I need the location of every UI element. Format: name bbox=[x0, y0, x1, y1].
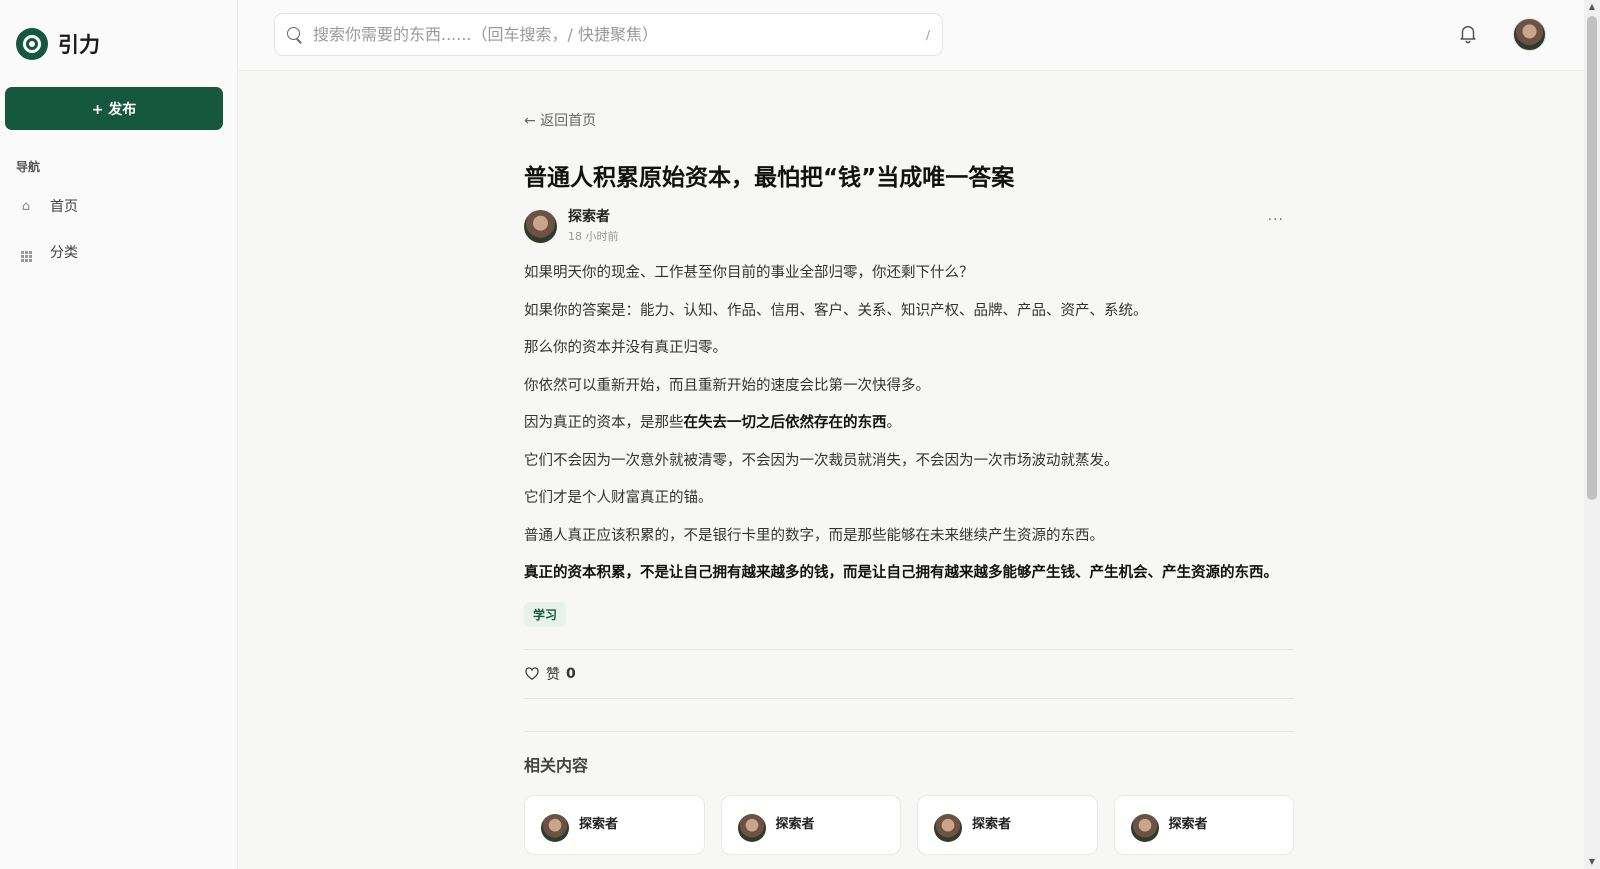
divider bbox=[524, 697, 1294, 699]
brand-name: 引力 bbox=[58, 33, 100, 57]
card-author: 探索者 bbox=[579, 816, 619, 832]
search-icon bbox=[287, 26, 303, 43]
paragraph: 如果你的答案是：能力、认知、作品、信用、客户、关系、知识产权、品牌、产品、资产、… bbox=[524, 302, 1148, 319]
author-avatar bbox=[737, 813, 766, 842]
article: ← 返回首页 普通人积累原始资本，最怕把“钱”当成唯一答案 探索者 18 小时前… bbox=[524, 110, 1294, 855]
sidebar-item-label: 首页 bbox=[50, 199, 78, 215]
grid-icon bbox=[16, 243, 36, 262]
paragraph-emphasis: 在失去一切之后依然存在的东西 bbox=[683, 415, 887, 431]
like-count: 0 bbox=[566, 665, 576, 682]
scroll-thumb[interactable] bbox=[1587, 16, 1597, 500]
back-home-link[interactable]: ← 返回首页 bbox=[524, 110, 596, 130]
author-avatar[interactable] bbox=[524, 210, 557, 243]
closing-paragraph: 真正的资本积累，不是让自己拥有越来越多的钱，而是让自己拥有越来越多能够产生钱、产… bbox=[524, 565, 1278, 581]
more-options-icon[interactable]: ··· bbox=[1268, 212, 1284, 228]
search-input[interactable] bbox=[313, 25, 926, 44]
search-shortcut-hint: / bbox=[925, 27, 930, 42]
divider bbox=[524, 730, 1294, 732]
tag-badge[interactable]: 学习 bbox=[524, 601, 567, 627]
author-avatar bbox=[541, 813, 569, 842]
related-card[interactable]: 探索者 bbox=[524, 794, 705, 855]
paragraph: 它们才是个人财富真正的锚。 bbox=[524, 490, 713, 506]
card-author: 探索者 bbox=[972, 816, 1012, 832]
like-button[interactable]: 赞 0 bbox=[524, 650, 1294, 698]
card-author: 探索者 bbox=[775, 816, 815, 832]
paragraph: 它们不会因为一次意外就被清零，不会因为一次裁员就消失，不会因为一次市场波动就蒸发… bbox=[524, 452, 1119, 469]
nav-section-title: 导航 bbox=[16, 160, 41, 174]
related-section-title: 相关内容 bbox=[524, 755, 589, 775]
paragraph: 那么你的资本并没有真正归零。 bbox=[524, 340, 727, 356]
bell-icon[interactable] bbox=[1457, 22, 1479, 44]
article-title: 普通人积累原始资本，最怕把“钱”当成唯一答案 bbox=[524, 165, 1015, 191]
author-avatar bbox=[1130, 813, 1159, 842]
paragraph: 普通人真正应该积累的，不是银行卡里的数字，而是那些能够在未来继续产生资源的东西。 bbox=[524, 527, 1104, 544]
scroll-up-arrow-icon[interactable]: ▲ bbox=[1584, 0, 1600, 14]
author-name[interactable]: 探索者 bbox=[568, 206, 610, 226]
sidebar: 引力 + 发布 导航 ⌂ 首页 分类 bbox=[0, 0, 238, 869]
brand[interactable]: 引力 bbox=[16, 28, 100, 60]
sidebar-item-label: 分类 bbox=[50, 245, 78, 261]
user-avatar[interactable] bbox=[1513, 18, 1546, 51]
card-author: 探索者 bbox=[1168, 816, 1208, 832]
publish-button[interactable]: + 发布 bbox=[5, 87, 223, 130]
paragraph: 你依然可以重新开始，而且重新开始的速度会比第一次快得多。 bbox=[524, 377, 930, 394]
page-scrollbar[interactable]: ▲ ▼ bbox=[1584, 0, 1600, 869]
home-icon: ⌂ bbox=[21, 198, 31, 214]
article-body: 如果明天你的现金、工作甚至你目前的事业全部归零，你还剩下什么？ 如果你的答案是：… bbox=[524, 260, 1294, 587]
top-header: / bbox=[239, 0, 1584, 71]
sidebar-item-categories[interactable]: 分类 bbox=[16, 237, 78, 267]
related-cards: 探索者 探索者 探索者 探索者 bbox=[524, 794, 1294, 855]
sidebar-item-home[interactable]: ⌂ 首页 bbox=[16, 191, 78, 221]
related-card[interactable]: 探索者 bbox=[1113, 794, 1294, 855]
paragraph-text: 因为真正的资本，是那些 bbox=[524, 415, 684, 431]
author-avatar bbox=[934, 813, 962, 842]
paragraph: 因为真正的资本，是那些在失去一切之后依然存在的东西。 bbox=[524, 410, 1294, 437]
like-label: 赞 bbox=[546, 666, 560, 683]
post-time: 18 小时前 bbox=[568, 230, 619, 243]
related-card[interactable]: 探索者 bbox=[917, 794, 1098, 855]
paragraph: 如果明天你的现金、工作甚至你目前的事业全部归零，你还剩下什么？ bbox=[524, 265, 974, 281]
author-row: 探索者 18 小时前 ··· bbox=[524, 206, 1294, 246]
heart-icon bbox=[525, 666, 539, 680]
paragraph-text: 。 bbox=[886, 415, 902, 431]
search-bar[interactable]: / bbox=[274, 13, 943, 56]
brand-logo-icon bbox=[16, 28, 48, 60]
scroll-down-arrow-icon[interactable]: ▼ bbox=[1584, 855, 1600, 869]
related-card[interactable]: 探索者 bbox=[720, 794, 901, 855]
